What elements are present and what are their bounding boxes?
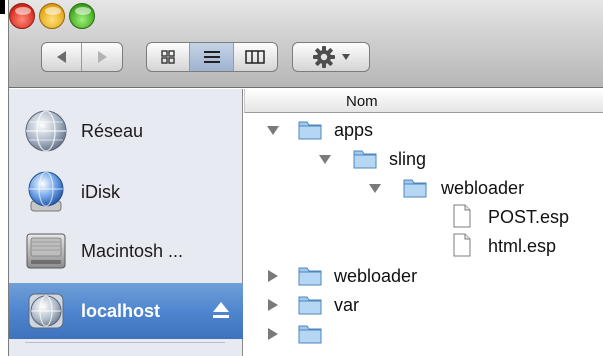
back-button[interactable] <box>42 43 83 71</box>
corner-mark <box>0 0 5 14</box>
server-globe-icon <box>28 293 64 329</box>
sidebar-item-macintosh[interactable]: Macintosh ... <box>9 223 243 279</box>
forward-icon <box>98 51 107 63</box>
forward-button[interactable] <box>82 43 122 71</box>
list-item[interactable]: var <box>244 291 603 319</box>
network-globe-icon <box>25 110 67 152</box>
list-item[interactable]: POST.esp <box>244 203 603 231</box>
list-item-partial[interactable] <box>244 320 603 348</box>
sidebar-item-label: Macintosh ... <box>81 240 184 261</box>
disclosure-collapsed-icon[interactable] <box>266 298 280 312</box>
document-icon <box>453 233 471 257</box>
sidebar: Réseau iDisk Macintosh ... localhost <box>9 89 243 356</box>
gear-icon <box>313 46 335 68</box>
file-name: apps <box>334 120 374 140</box>
sidebar-item-reseau[interactable]: Réseau <box>9 103 243 159</box>
close-button[interactable] <box>9 3 35 29</box>
list-item[interactable]: html.esp <box>244 232 603 260</box>
list-item[interactable]: apps <box>244 116 603 144</box>
disclosure-collapsed-icon[interactable] <box>266 269 280 283</box>
column-view-button[interactable] <box>234 43 277 71</box>
folder-icon <box>353 150 377 169</box>
icon-view-button[interactable] <box>147 43 191 71</box>
nav-buttons <box>41 42 123 72</box>
column-view-icon <box>245 50 266 64</box>
view-buttons <box>146 42 278 72</box>
folder-icon <box>298 267 322 286</box>
file-name: webloader <box>334 266 418 286</box>
idisk-globe-icon <box>28 171 64 212</box>
list-view-icon <box>203 51 220 63</box>
disclosure-expanded-icon[interactable] <box>266 123 280 137</box>
back-icon <box>56 51 66 63</box>
hard-drive-icon <box>26 233 66 269</box>
column-header-label: Nom <box>346 93 378 110</box>
file-name: webloader <box>441 178 525 198</box>
toolbar <box>9 0 603 88</box>
finder-window: Réseau iDisk Macintosh ... localhost Nom… <box>8 0 603 356</box>
folder-icon <box>298 296 322 315</box>
icon-view-icon <box>161 50 175 64</box>
file-name: POST.esp <box>488 207 570 227</box>
disclosure-collapsed-icon[interactable] <box>266 327 280 341</box>
list-item[interactable]: sling <box>244 145 603 173</box>
sidebar-item-label: localhost <box>81 300 161 321</box>
sidebar-item-label: iDisk <box>81 181 120 202</box>
disclosure-expanded-icon[interactable] <box>368 181 382 195</box>
action-menu-button[interactable] <box>292 42 370 72</box>
sidebar-item-label: Réseau <box>81 120 144 141</box>
column-header-name[interactable]: Nom <box>244 89 603 113</box>
file-name: sling <box>389 149 427 169</box>
sidebar-item-idisk[interactable]: iDisk <box>9 164 243 220</box>
list-item[interactable]: webloader <box>244 174 603 202</box>
document-icon <box>453 204 471 228</box>
minimize-button[interactable] <box>39 3 65 29</box>
chevron-down-icon <box>342 54 350 60</box>
eject-icon[interactable] <box>211 299 231 321</box>
disclosure-expanded-icon[interactable] <box>318 152 332 166</box>
file-name: html.esp <box>488 236 557 256</box>
file-list: Nom apps sling webloader POST.esp html.e… <box>244 89 603 356</box>
folder-icon <box>298 121 322 140</box>
sidebar-divider <box>25 342 225 343</box>
list-view-button[interactable] <box>190 43 234 71</box>
file-name: var <box>334 295 360 315</box>
zoom-button[interactable] <box>69 3 95 29</box>
folder-icon <box>403 179 427 198</box>
list-item[interactable]: webloader <box>244 262 603 290</box>
folder-icon <box>298 325 322 344</box>
sidebar-item-localhost[interactable]: localhost <box>9 283 243 339</box>
